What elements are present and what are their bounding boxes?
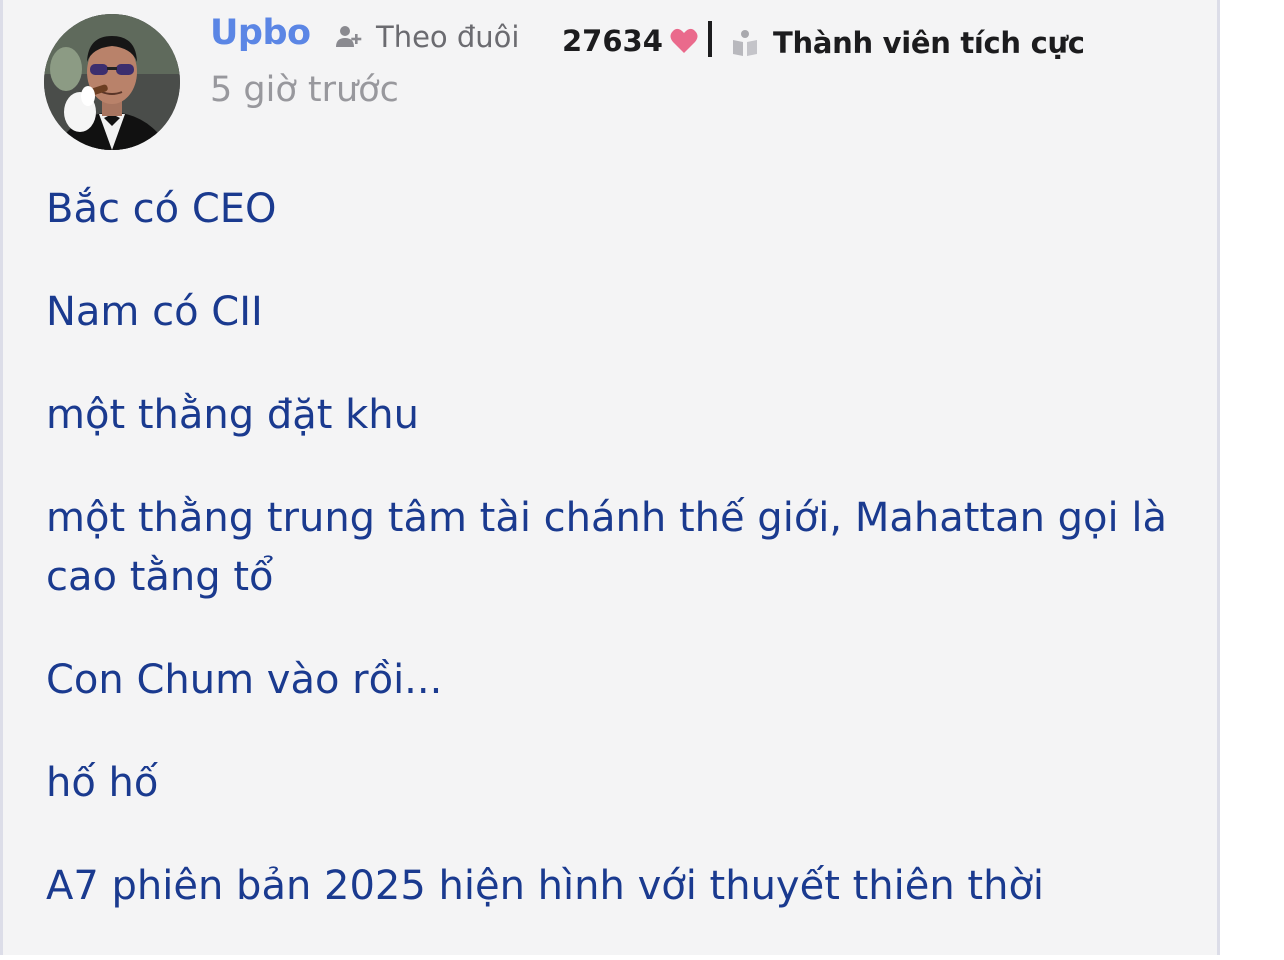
post-line: hố hố [46, 760, 159, 806]
badge-label: Thành viên tích cực [773, 26, 1085, 60]
post-line: Con Chum vào rồi... [46, 657, 443, 703]
post-line: Bắc có CEO [46, 186, 277, 232]
like-count: 27634 [562, 24, 699, 58]
badge-icon [733, 30, 757, 56]
post-line: một thằng đặt khu [46, 392, 420, 438]
post-card: Upbo Theo đuôi 27634 Thành viên tích cực… [0, 0, 1220, 955]
author-avatar[interactable] [44, 14, 180, 150]
post-body: Bắc có CEO Nam có CII một thằng đặt khu … [46, 180, 1196, 960]
page-gutter [1222, 0, 1284, 955]
post-line: A7 phiên bản 2025 hiện hình với thuyết t… [46, 863, 1045, 909]
follow-label: Theo đuôi [376, 20, 520, 54]
post-line: một thằng trung tâm tài chánh thế giới, … [46, 495, 1167, 600]
member-badge: Thành viên tích cực [731, 26, 1085, 60]
follow-button[interactable]: Theo đuôi [334, 17, 520, 57]
author-name[interactable]: Upbo [210, 13, 311, 53]
heart-icon [670, 28, 698, 53]
header-divider [708, 21, 712, 57]
person-add-icon [336, 26, 362, 47]
post-line: Nam có CII [46, 289, 263, 335]
post-timestamp: 5 giờ trước [210, 70, 399, 110]
like-count-value: 27634 [562, 24, 663, 58]
